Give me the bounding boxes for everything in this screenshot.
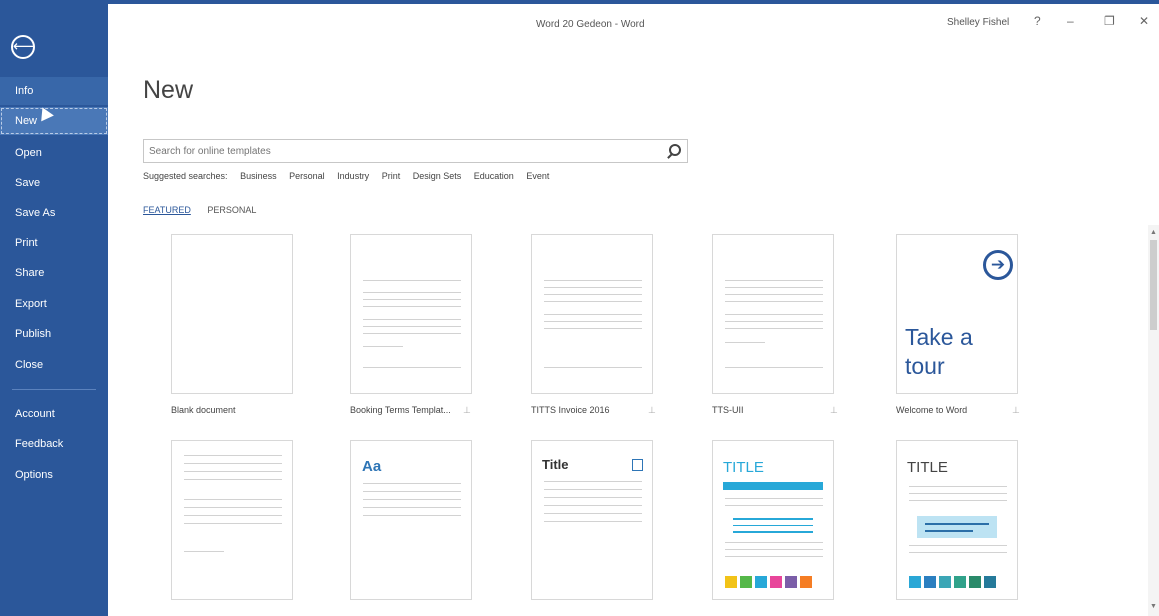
aa-heading: Aa [362, 458, 382, 475]
nav-print[interactable]: Print [0, 229, 108, 257]
nav-info[interactable]: Info [0, 77, 108, 105]
template-search-input[interactable] [144, 140, 649, 162]
title-blue-heading: TITLE [723, 459, 764, 476]
template-blank-document[interactable] [171, 234, 293, 394]
template-tts-uii[interactable] [712, 234, 834, 394]
nav-divider [12, 389, 96, 390]
heading-bar [723, 482, 823, 490]
nav-close[interactable]: Close [0, 351, 108, 379]
pin-icon[interactable]: ⊥ [463, 405, 471, 416]
scroll-down-icon[interactable]: ▼ [1150, 603, 1157, 610]
template-label-welcome: Welcome to Word [896, 405, 968, 415]
restore-icon[interactable]: ❐ [1104, 14, 1115, 28]
template-label-booking: Booking Terms Templat... [350, 405, 451, 415]
minimize-icon[interactable]: – [1067, 14, 1074, 28]
search-icon[interactable] [669, 144, 681, 156]
suggested-label: Suggested searches: [143, 171, 228, 181]
template-label-tts-uii: TTS-UII [712, 405, 744, 415]
back-arrow-icon[interactable]: ⟵ [11, 35, 35, 59]
suggested-education[interactable]: Education [474, 171, 514, 181]
template-tabs: FEATURED PERSONAL [143, 205, 256, 215]
scrollbar-thumb[interactable] [1150, 240, 1157, 330]
template-label-blank: Blank document [171, 405, 236, 415]
nav-account[interactable]: Account [0, 400, 108, 428]
suggested-industry[interactable]: Industry [337, 171, 369, 181]
pin-icon[interactable]: ⊥ [648, 405, 656, 416]
nav-save-as[interactable]: Save As [0, 199, 108, 227]
template-report-lines[interactable] [171, 440, 293, 600]
nav-share[interactable]: Share [0, 259, 108, 287]
suggested-business[interactable]: Business [240, 171, 277, 181]
nav-save[interactable]: Save [0, 169, 108, 197]
template-title-doc[interactable]: Title [531, 440, 653, 600]
tab-personal[interactable]: PERSONAL [207, 205, 256, 215]
title-bar-accent [108, 0, 1159, 4]
template-title-blue[interactable]: TITLE [712, 440, 834, 600]
nav-options[interactable]: Options [0, 461, 108, 489]
nav-new[interactable]: New [0, 107, 108, 135]
pin-icon[interactable]: ⊥ [830, 405, 838, 416]
nav-open[interactable]: Open [0, 139, 108, 167]
arrow-right-icon: ➔ [983, 250, 1013, 280]
tab-featured[interactable]: FEATURED [143, 205, 191, 215]
template-title-gray[interactable]: TITLE [896, 440, 1018, 600]
take-a-tour-text: Take a tour [905, 324, 973, 379]
suggested-print[interactable]: Print [382, 171, 401, 181]
page-title: New [143, 76, 194, 104]
title-heading: Title [542, 457, 569, 472]
document-icon [632, 459, 643, 471]
suggested-event[interactable]: Event [526, 171, 549, 181]
backstage-sidebar: ⟵ Info New Open Save Save As Print Share… [0, 0, 108, 616]
title-gray-heading: TITLE [907, 459, 948, 476]
window-title: Word 20 Gedeon - Word [536, 19, 645, 30]
help-icon[interactable]: ? [1034, 14, 1041, 28]
template-aa-style[interactable]: Aa [350, 440, 472, 600]
nav-export[interactable]: Export [0, 290, 108, 318]
user-name[interactable]: Shelley Fishel [947, 17, 1009, 28]
close-icon[interactable]: ✕ [1139, 14, 1149, 28]
template-titts-invoice[interactable] [531, 234, 653, 394]
scroll-up-icon[interactable]: ▲ [1150, 229, 1157, 236]
nav-publish[interactable]: Publish [0, 320, 108, 348]
pin-icon[interactable]: ⊥ [1012, 405, 1020, 416]
suggested-searches: Suggested searches: Business Personal In… [143, 171, 549, 181]
template-label-titts: TITTS Invoice 2016 [531, 405, 610, 415]
suggested-personal[interactable]: Personal [289, 171, 325, 181]
template-welcome-to-word[interactable]: ➔ Take a tour [896, 234, 1018, 394]
suggested-design-sets[interactable]: Design Sets [413, 171, 462, 181]
template-booking-terms[interactable] [350, 234, 472, 394]
template-search-box[interactable] [143, 139, 688, 163]
nav-feedback[interactable]: Feedback [0, 430, 108, 458]
